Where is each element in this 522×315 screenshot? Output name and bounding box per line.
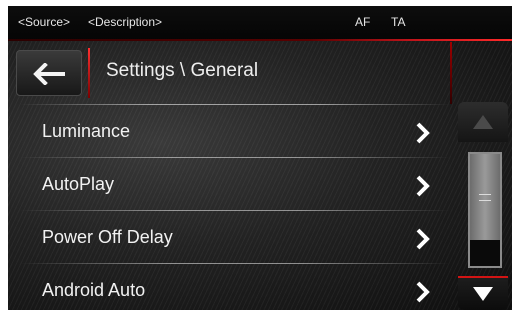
left-arrow-icon bbox=[33, 63, 65, 85]
source-label: <Source> bbox=[18, 15, 71, 29]
af-indicator: AF bbox=[355, 15, 371, 29]
grip-lines-icon bbox=[479, 194, 491, 201]
triangle-down-icon bbox=[473, 287, 493, 301]
menu-separator bbox=[20, 157, 450, 158]
header-separator bbox=[20, 104, 450, 105]
chevron-right-icon bbox=[416, 175, 430, 197]
menu-item-label: Android Auto bbox=[42, 280, 146, 300]
menu-item-power-off-delay[interactable]: Power Off Delay bbox=[20, 212, 450, 264]
header-accent-divider bbox=[450, 42, 452, 104]
status-bar: <Source> <Description> AF TA bbox=[8, 6, 512, 40]
ta-indicator: TA bbox=[391, 15, 406, 29]
chevron-right-icon bbox=[416, 122, 430, 144]
status-divider bbox=[8, 39, 512, 41]
menu-item-luminance[interactable]: Luminance bbox=[20, 106, 450, 158]
menu-item-android-auto[interactable]: Android Auto bbox=[20, 265, 450, 310]
page-title: Settings \ General bbox=[106, 60, 259, 81]
menu-item-autoplay[interactable]: AutoPlay bbox=[20, 159, 450, 211]
menu-separator bbox=[20, 263, 450, 264]
menu-item-label: Luminance bbox=[42, 121, 131, 141]
title-divider bbox=[88, 48, 90, 98]
scroll-down-button[interactable] bbox=[458, 276, 508, 310]
menu-item-label: AutoPlay bbox=[42, 174, 115, 194]
menu-separator bbox=[20, 210, 450, 211]
triangle-up-icon bbox=[473, 115, 493, 129]
scroll-thumb[interactable] bbox=[470, 154, 500, 240]
chevron-right-icon bbox=[416, 228, 430, 250]
description-label: <Description> bbox=[88, 15, 163, 29]
scrollbar[interactable] bbox=[454, 102, 512, 310]
scroll-up-button[interactable] bbox=[458, 102, 508, 142]
chevron-right-icon bbox=[416, 281, 430, 303]
scroll-track-box[interactable] bbox=[468, 152, 502, 268]
back-button[interactable] bbox=[16, 50, 82, 96]
head-unit-screen: <Source> <Description> AF TA Settings \ … bbox=[8, 6, 512, 310]
menu-item-label: Power Off Delay bbox=[42, 227, 173, 247]
